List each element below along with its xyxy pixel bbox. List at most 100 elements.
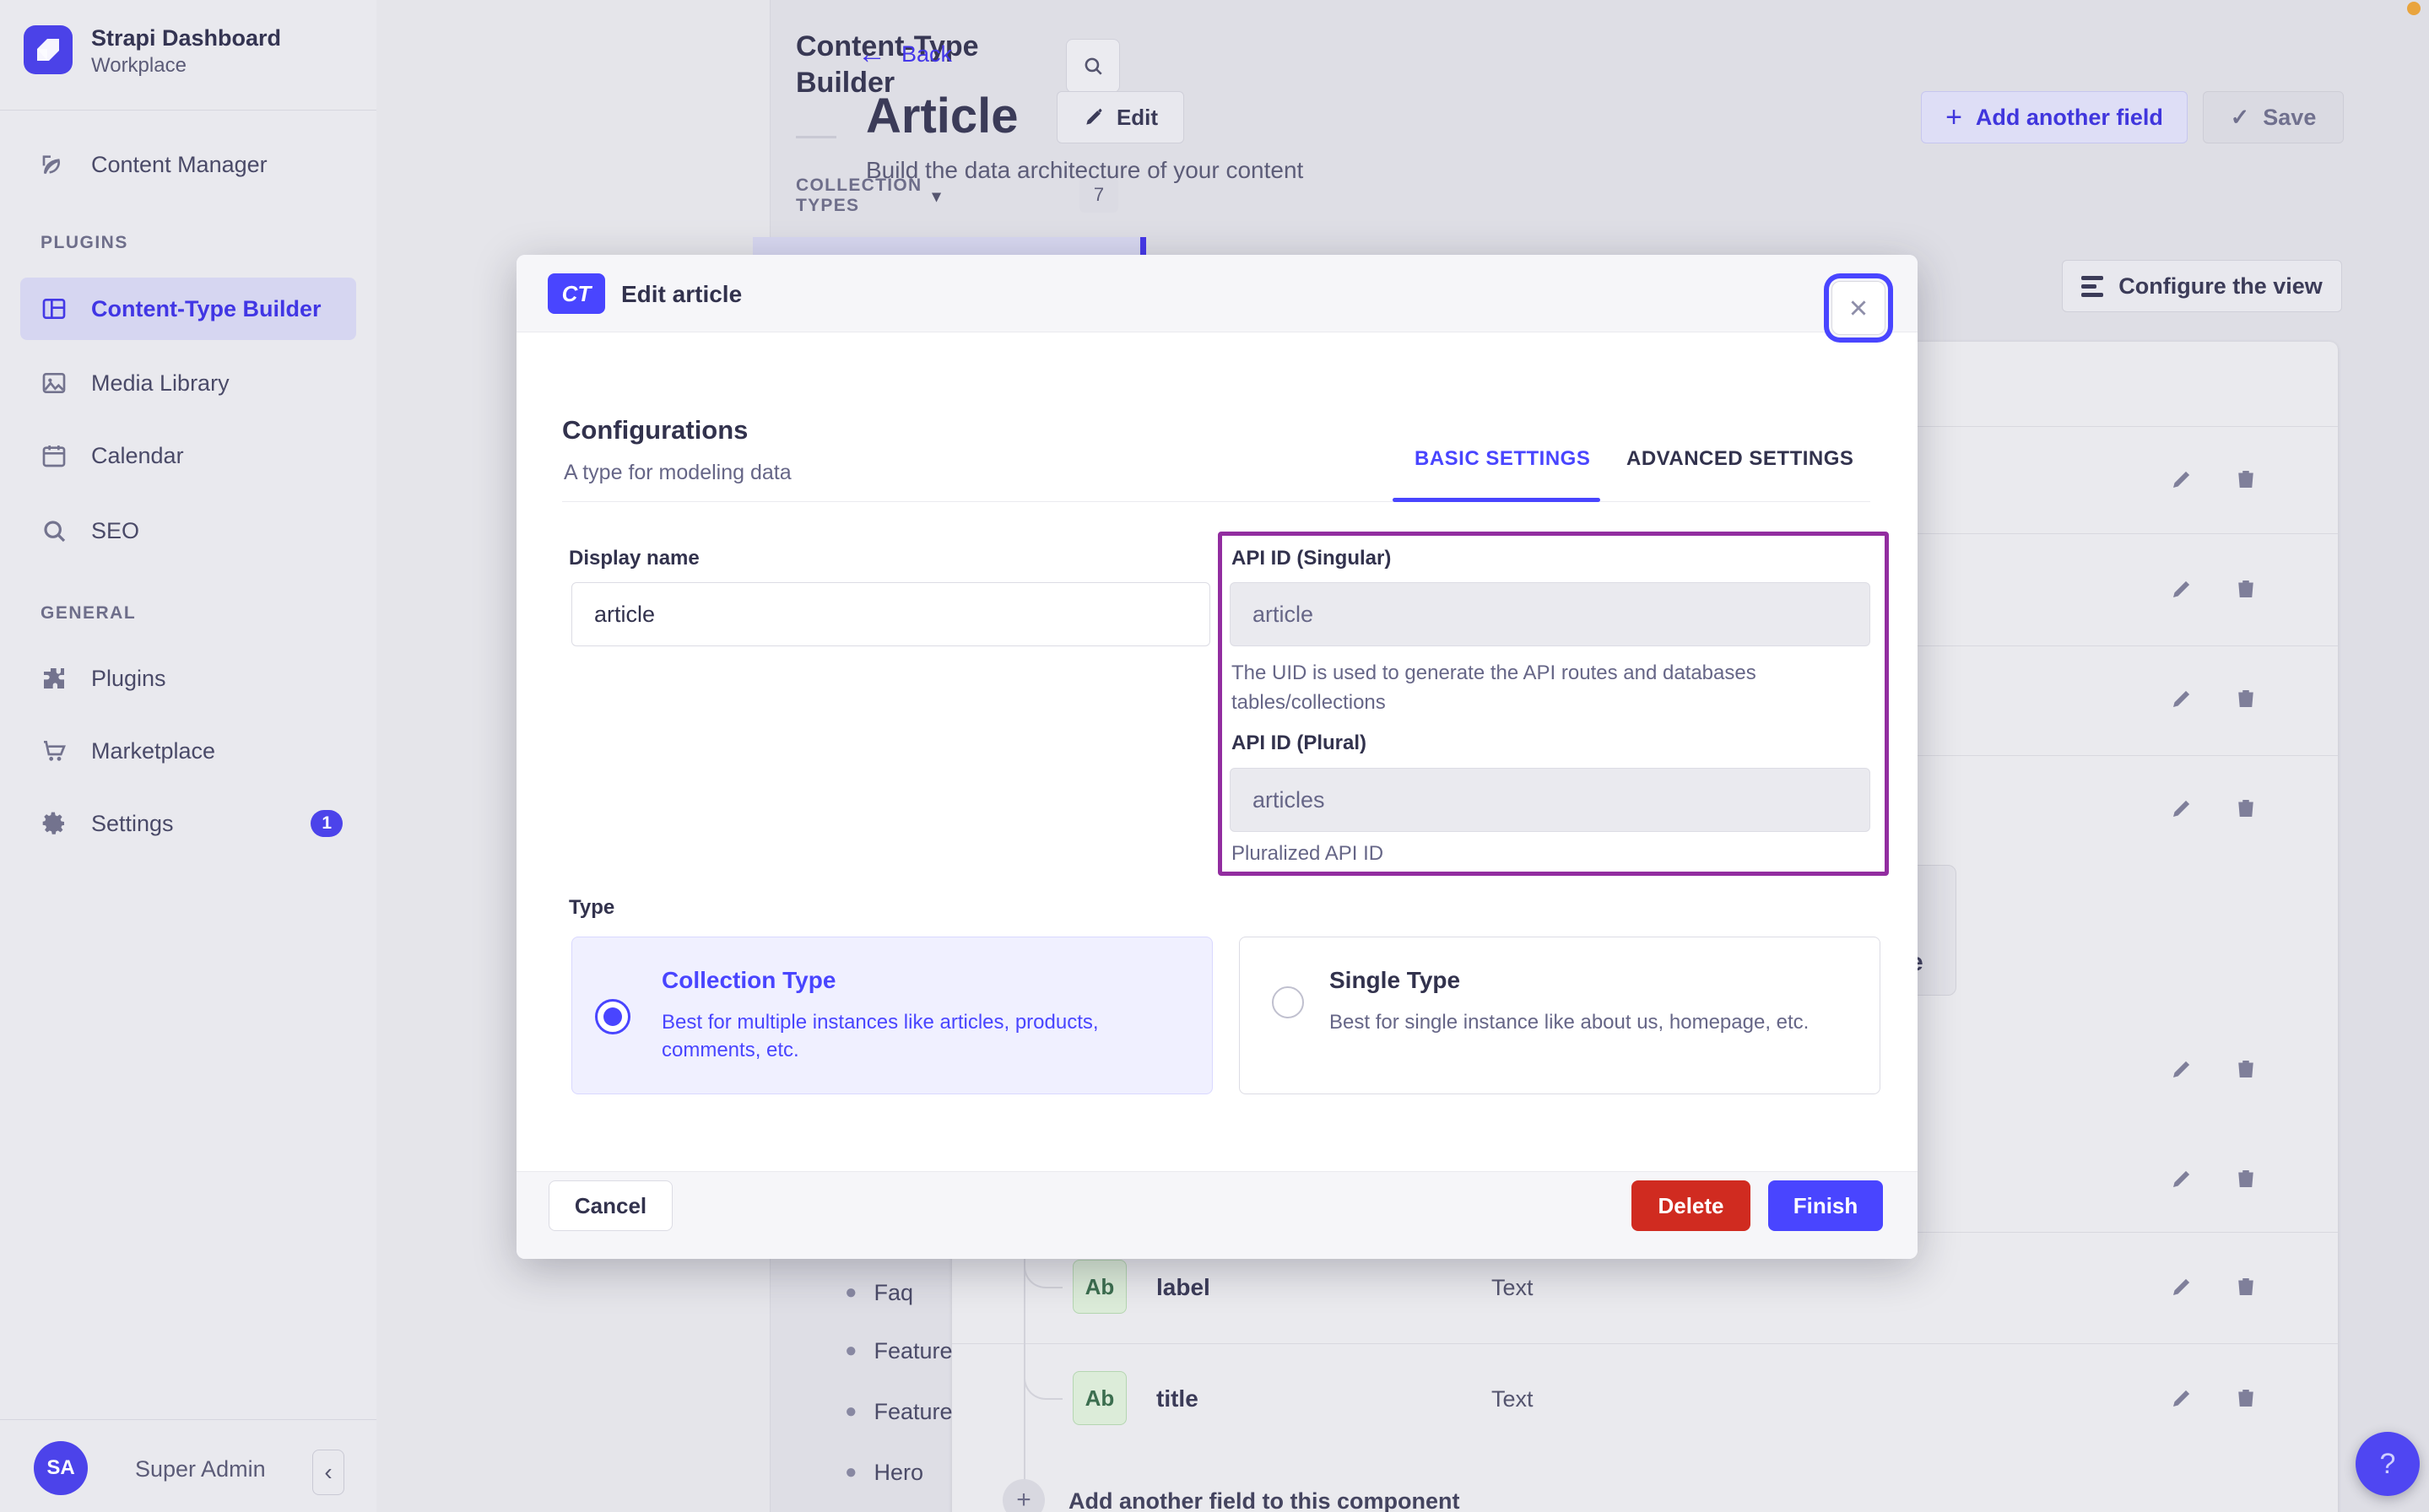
search-button[interactable] bbox=[1066, 39, 1120, 93]
sidebar-item-seo[interactable]: SEO bbox=[0, 500, 376, 562]
row-actions bbox=[2169, 791, 2270, 825]
configurations-heading: Configurations bbox=[562, 415, 749, 445]
add-another-field-button[interactable]: + Add another field bbox=[1921, 91, 2188, 143]
pencil-icon[interactable] bbox=[2169, 576, 2194, 602]
main-sidebar: Strapi Dashboard Workplace Content Manag… bbox=[0, 0, 377, 1512]
tab-advanced-settings[interactable]: ADVANCED SETTINGS bbox=[1626, 447, 1853, 471]
configurations-subheading: A type for modeling data bbox=[564, 461, 792, 484]
close-button[interactable] bbox=[1831, 281, 1885, 335]
feather-icon bbox=[41, 151, 68, 178]
pencil-icon bbox=[1083, 106, 1105, 128]
pencil-icon[interactable] bbox=[2169, 686, 2194, 711]
bullet-icon: ● bbox=[845, 1400, 857, 1423]
edit-article-modal: CT Edit article Configurations A type fo… bbox=[517, 255, 1918, 1259]
sidebar-item-content-manager[interactable]: Content Manager bbox=[0, 133, 376, 196]
single-type-description: Best for single instance like about us, … bbox=[1329, 1011, 1810, 1034]
text-field-type-badge: Ab bbox=[1073, 1260, 1127, 1314]
row-actions bbox=[2169, 1381, 2270, 1415]
help-button[interactable]: ? bbox=[2356, 1432, 2420, 1496]
sidebar-item-plugins[interactable]: Plugins bbox=[0, 647, 376, 710]
sidebar-item-marketplace[interactable]: Marketplace bbox=[0, 720, 376, 782]
avatar[interactable]: SA bbox=[34, 1441, 88, 1495]
save-button[interactable]: ✓ Save bbox=[2203, 91, 2344, 143]
tab-basic-settings[interactable]: BASIC SETTINGS bbox=[1415, 447, 1590, 471]
configure-view-button[interactable]: Configure the view bbox=[2062, 260, 2342, 312]
display-name-input[interactable]: article bbox=[571, 582, 1210, 646]
divider bbox=[796, 136, 836, 138]
field-type: Text bbox=[1491, 1275, 1534, 1300]
trash-icon[interactable] bbox=[2233, 467, 2259, 492]
api-id-singular-label: API ID (Singular) bbox=[1231, 547, 1392, 570]
cart-icon bbox=[41, 737, 68, 764]
single-type-title: Single Type bbox=[1329, 967, 1461, 993]
api-id-singular-helper: The UID is used to generate the API rout… bbox=[1231, 662, 1756, 714]
sidebar-item-label: SEO bbox=[91, 517, 140, 543]
row-actions bbox=[2169, 1052, 2270, 1086]
trash-icon[interactable] bbox=[2233, 686, 2259, 711]
edit-button[interactable]: Edit bbox=[1057, 91, 1184, 143]
row-actions bbox=[2169, 1270, 2270, 1304]
bullet-icon: ● bbox=[845, 1339, 857, 1362]
row-actions bbox=[2169, 572, 2270, 606]
field-name: label bbox=[1156, 1274, 1210, 1300]
sidebar-item-media-library[interactable]: Media Library bbox=[0, 352, 376, 414]
sidebar-item-settings[interactable]: Settings 1 bbox=[0, 792, 376, 855]
api-id-plural-input[interactable]: articles bbox=[1230, 768, 1870, 832]
trash-icon[interactable] bbox=[2233, 796, 2259, 821]
trash-icon[interactable] bbox=[2233, 1385, 2259, 1411]
row-actions bbox=[2169, 1162, 2270, 1196]
active-tab-underline bbox=[1393, 498, 1600, 502]
strapi-logo-icon[interactable] bbox=[24, 25, 73, 74]
sidebar-item-calendar[interactable]: Calendar bbox=[0, 424, 376, 487]
close-icon bbox=[1847, 297, 1869, 319]
workspace-subtitle: Workplace bbox=[91, 54, 187, 77]
pencil-icon[interactable] bbox=[2169, 1274, 2194, 1299]
user-name: Super Admin bbox=[135, 1456, 266, 1482]
collapse-sidebar-button[interactable]: ‹ bbox=[312, 1450, 344, 1495]
divider bbox=[0, 110, 376, 111]
sidebar-item-content-type-builder[interactable]: Content-Type Builder bbox=[20, 278, 356, 340]
field-name: title bbox=[1156, 1385, 1198, 1412]
field-type: Text bbox=[1491, 1386, 1534, 1412]
pencil-icon[interactable] bbox=[2169, 467, 2194, 492]
delete-button[interactable]: Delete bbox=[1631, 1180, 1750, 1231]
layout-grid-icon bbox=[41, 295, 68, 322]
collection-type-option[interactable]: Collection Type Best for multiple instan… bbox=[571, 937, 1213, 1094]
radio-selected-icon[interactable] bbox=[595, 999, 630, 1034]
sidebar-item-label: Marketplace bbox=[91, 737, 216, 764]
trash-icon[interactable] bbox=[2233, 1166, 2259, 1191]
finish-button[interactable]: Finish bbox=[1768, 1180, 1883, 1231]
radio-unselected-icon[interactable] bbox=[1272, 986, 1304, 1018]
row-actions bbox=[2169, 462, 2270, 496]
back-link[interactable]: ← Back bbox=[857, 37, 952, 71]
strapi-app-window: Strapi Dashboard Workplace Content Manag… bbox=[0, 0, 2429, 1512]
pencil-icon[interactable] bbox=[2169, 1166, 2194, 1191]
modal-title: Edit article bbox=[621, 281, 743, 307]
cancel-button[interactable]: Cancel bbox=[549, 1180, 673, 1231]
collection-type-description: Best for multiple instances like article… bbox=[662, 1011, 1099, 1061]
api-id-plural-label: API ID (Plural) bbox=[1231, 732, 1367, 754]
display-name-label: Display name bbox=[569, 547, 700, 570]
modal-footer: Cancel Delete Finish bbox=[517, 1171, 1918, 1259]
pencil-icon[interactable] bbox=[2169, 1056, 2194, 1082]
text-field-type-badge: Ab bbox=[1073, 1371, 1127, 1425]
pencil-icon[interactable] bbox=[2169, 796, 2194, 821]
single-type-option[interactable]: Single Type Best for single instance lik… bbox=[1239, 937, 1880, 1094]
row-actions bbox=[2169, 682, 2270, 716]
bullet-icon: ● bbox=[845, 1461, 857, 1483]
type-label: Type bbox=[569, 896, 615, 919]
pencil-icon[interactable] bbox=[2169, 1385, 2194, 1411]
trash-icon[interactable] bbox=[2233, 576, 2259, 602]
api-id-singular-input[interactable]: article bbox=[1230, 582, 1870, 646]
settings-notification-badge: 1 bbox=[311, 810, 343, 837]
check-icon: ✓ bbox=[2230, 104, 2250, 130]
search-icon bbox=[1082, 55, 1104, 77]
trash-icon[interactable] bbox=[2233, 1274, 2259, 1299]
collection-types-header[interactable]: COLLECTION TYPES ▾ bbox=[796, 176, 942, 215]
nav-section-general: GENERAL bbox=[41, 603, 137, 623]
search-icon bbox=[41, 517, 68, 544]
sidebar-item-label: Plugins bbox=[91, 665, 166, 691]
add-field-row-label[interactable]: Add another field to this component bbox=[1068, 1488, 1459, 1512]
page-title: Article bbox=[866, 89, 1019, 143]
trash-icon[interactable] bbox=[2233, 1056, 2259, 1082]
